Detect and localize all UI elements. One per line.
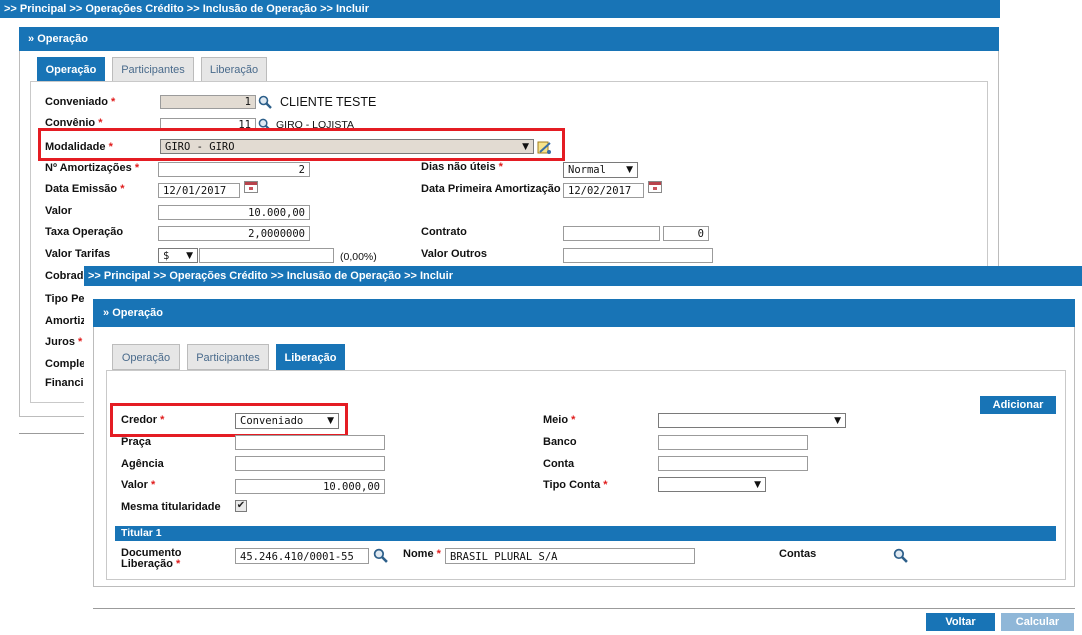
mesma-titularidade-label: Mesma titularidade	[121, 501, 221, 513]
chevron-down-icon: ▼	[186, 251, 193, 261]
taxa-input[interactable]: 2,0000000	[158, 226, 310, 241]
tipo-pessoa-label: Tipo Pe	[45, 293, 85, 305]
back-tab-liberacao[interactable]: Liberação	[201, 57, 267, 82]
documento-label: Documento Liberação *	[121, 547, 182, 570]
checkbox-checked-icon[interactable]: ✔	[235, 500, 247, 512]
contrato-label: Contrato	[421, 226, 467, 238]
front-valor-label: Valor *	[121, 479, 156, 491]
front-valor-input[interactable]: 10.000,00	[235, 479, 385, 494]
data-primeira-input[interactable]: 12/02/2017	[563, 183, 644, 198]
front-panel-title: Operação	[112, 307, 163, 319]
titular-header: Titular 1	[115, 526, 1056, 541]
conta-label: Conta	[543, 458, 575, 470]
contrato-input[interactable]: 0	[663, 226, 709, 241]
conveniado-input[interactable]: 1	[160, 95, 256, 109]
valor-outros-label: Valor Outros	[421, 248, 488, 260]
amortizacao-label: Amortiz	[45, 315, 86, 327]
data-emissao-input[interactable]: 12/01/2017	[158, 183, 240, 198]
agencia-label: Agência	[121, 458, 164, 470]
modalidade-highlight	[38, 128, 565, 161]
front-tab-participantes[interactable]: Participantes	[187, 344, 269, 370]
valor-label: Valor	[45, 205, 72, 217]
collapse-icon: »	[28, 33, 35, 45]
contrato-prefix-input[interactable]	[563, 226, 660, 241]
data-primeira-label: Data Primeira Amortização *	[421, 183, 568, 195]
credor-highlight	[110, 403, 348, 437]
tarifas-currency-select[interactable]: $ ▼	[158, 248, 198, 263]
back-tab-participantes[interactable]: Participantes	[112, 57, 194, 82]
dias-nao-uteis-select[interactable]: Normal ▼	[563, 162, 638, 178]
tarifas-label: Valor Tarifas	[45, 248, 111, 260]
taxa-label: Taxa Operação	[45, 226, 124, 238]
praca-label: Praça	[121, 436, 151, 448]
agencia-input[interactable]	[235, 456, 385, 471]
back-breadcrumb: >> Principal >> Operações Crédito >> Inc…	[0, 0, 1000, 18]
conveniado-label: Conveniado *	[45, 96, 116, 108]
praca-input[interactable]	[235, 435, 385, 450]
conveniado-name: CLIENTE TESTE	[280, 95, 377, 109]
data-emissao-label: Data Emissão *	[45, 183, 125, 195]
tipo-conta-select[interactable]: ▼	[658, 477, 766, 492]
footer-divider	[93, 608, 1075, 609]
valor-input[interactable]: 10.000,00	[158, 205, 310, 220]
valor-outros-input[interactable]	[563, 248, 713, 263]
financiado-label: Financi	[45, 377, 84, 389]
nome-input[interactable]: BRASIL PLURAL S/A	[445, 548, 695, 564]
front-tab-operacao[interactable]: Operação	[112, 344, 180, 370]
complemento-label: Comple	[45, 358, 86, 370]
voltar-button[interactable]: Voltar	[926, 613, 995, 631]
front-tab-liberacao[interactable]: Liberação	[276, 344, 345, 370]
juros-label: Juros *	[45, 336, 83, 348]
back-panel-header[interactable]: » Operação	[19, 27, 999, 51]
tarifas-input[interactable]	[199, 248, 334, 263]
documento-input[interactable]: 45.246.410/0001-55	[235, 548, 369, 564]
nome-label: Nome *	[403, 548, 441, 560]
amortizacoes-label: Nº Amortizações *	[45, 162, 140, 174]
meio-label: Meio *	[543, 414, 576, 426]
banco-input[interactable]	[658, 435, 808, 450]
cobranca-label: Cobrad	[45, 270, 84, 282]
back-tab-operacao[interactable]: Operação	[37, 57, 105, 82]
calendar-icon[interactable]	[648, 181, 662, 193]
collapse-icon: »	[103, 307, 110, 319]
conta-input[interactable]	[658, 456, 808, 471]
calendar-icon[interactable]	[244, 181, 258, 193]
amortizacoes-input[interactable]: 2	[158, 162, 310, 177]
chevron-down-icon: ▼	[754, 480, 761, 490]
tarifas-percent: (0,00%)	[340, 251, 377, 263]
meio-select[interactable]: ▼	[658, 413, 846, 428]
search-icon[interactable]	[258, 95, 272, 109]
front-breadcrumb: >> Principal >> Operações Crédito >> Inc…	[84, 266, 1082, 286]
tarifas-currency: $	[163, 250, 170, 262]
contas-label: Contas	[779, 548, 817, 560]
banco-label: Banco	[543, 436, 577, 448]
dias-nao-uteis-label: Dias não úteis *	[421, 161, 503, 173]
chevron-down-icon: ▼	[626, 165, 633, 175]
search-icon[interactable]	[373, 548, 388, 563]
chevron-down-icon: ▼	[834, 416, 841, 426]
back-panel-title: Operação	[37, 33, 88, 45]
calcular-button[interactable]: Calcular	[1001, 613, 1074, 631]
tipo-conta-label: Tipo Conta *	[543, 479, 608, 491]
search-icon[interactable]	[893, 548, 908, 563]
add-button[interactable]: Adicionar	[980, 396, 1056, 414]
dias-nao-uteis-value: Normal	[568, 164, 606, 176]
front-panel-header[interactable]: » Operação	[93, 299, 1075, 327]
back-divider	[19, 433, 93, 434]
